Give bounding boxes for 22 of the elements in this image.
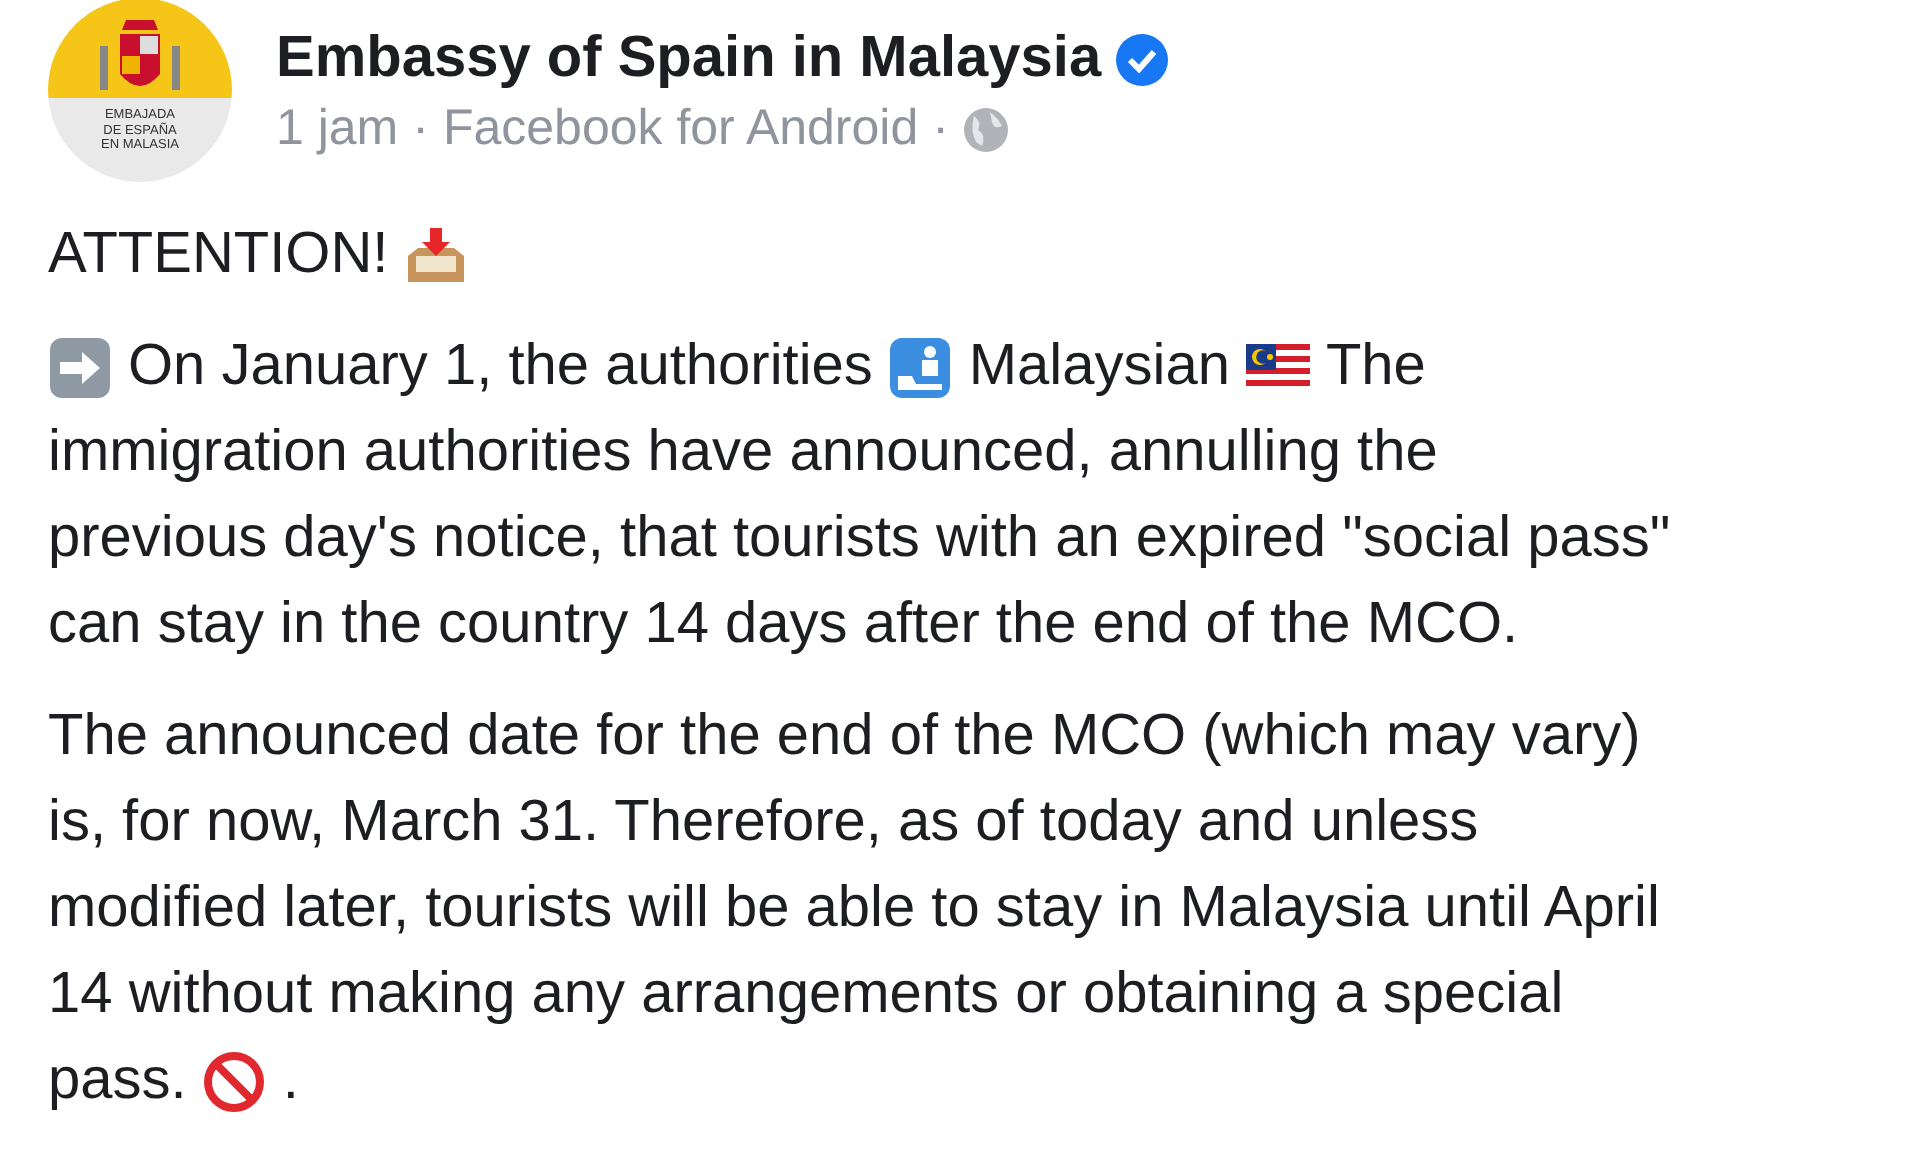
separator-dot: ·	[412, 100, 429, 158]
post-text: can stay in the country 14 days after the end of the MCO.	[48, 590, 1519, 660]
post-text: Malaysian	[968, 332, 1230, 402]
post-text: The	[1325, 332, 1426, 402]
post-text: immigration authorities have announced, annulling the	[48, 418, 1438, 488]
post-text: previous day's notice, that tourists with an expired "social pass"	[48, 504, 1671, 574]
inbox-tray-icon	[404, 223, 469, 287]
post-text: pass.	[48, 1046, 187, 1116]
separator-dot: ·	[932, 100, 949, 158]
flag-icon	[1245, 343, 1310, 391]
post-text: is, for now, March 31. Therefore, as of today and unless	[48, 788, 1479, 858]
post-text: On January 1, the authorities	[128, 332, 873, 402]
post-text: .	[282, 1046, 299, 1116]
post-source: Facebook for Android	[442, 100, 919, 158]
post-text: The announced date for the end of the MCO (which may vary)	[48, 702, 1641, 772]
post-text: 14 without making any arrangements or obtaining a special	[48, 960, 1564, 1030]
passport-control-icon	[888, 335, 953, 399]
post-text: ATTENTION!	[48, 220, 389, 290]
prohibited-icon	[202, 1049, 267, 1113]
globe-icon	[962, 105, 1011, 153]
post-text: modified later, tourists will be able to stay in Malaysia until April	[48, 874, 1660, 944]
page-name[interactable]: Embassy of Spain in Malaysia	[276, 26, 1102, 92]
